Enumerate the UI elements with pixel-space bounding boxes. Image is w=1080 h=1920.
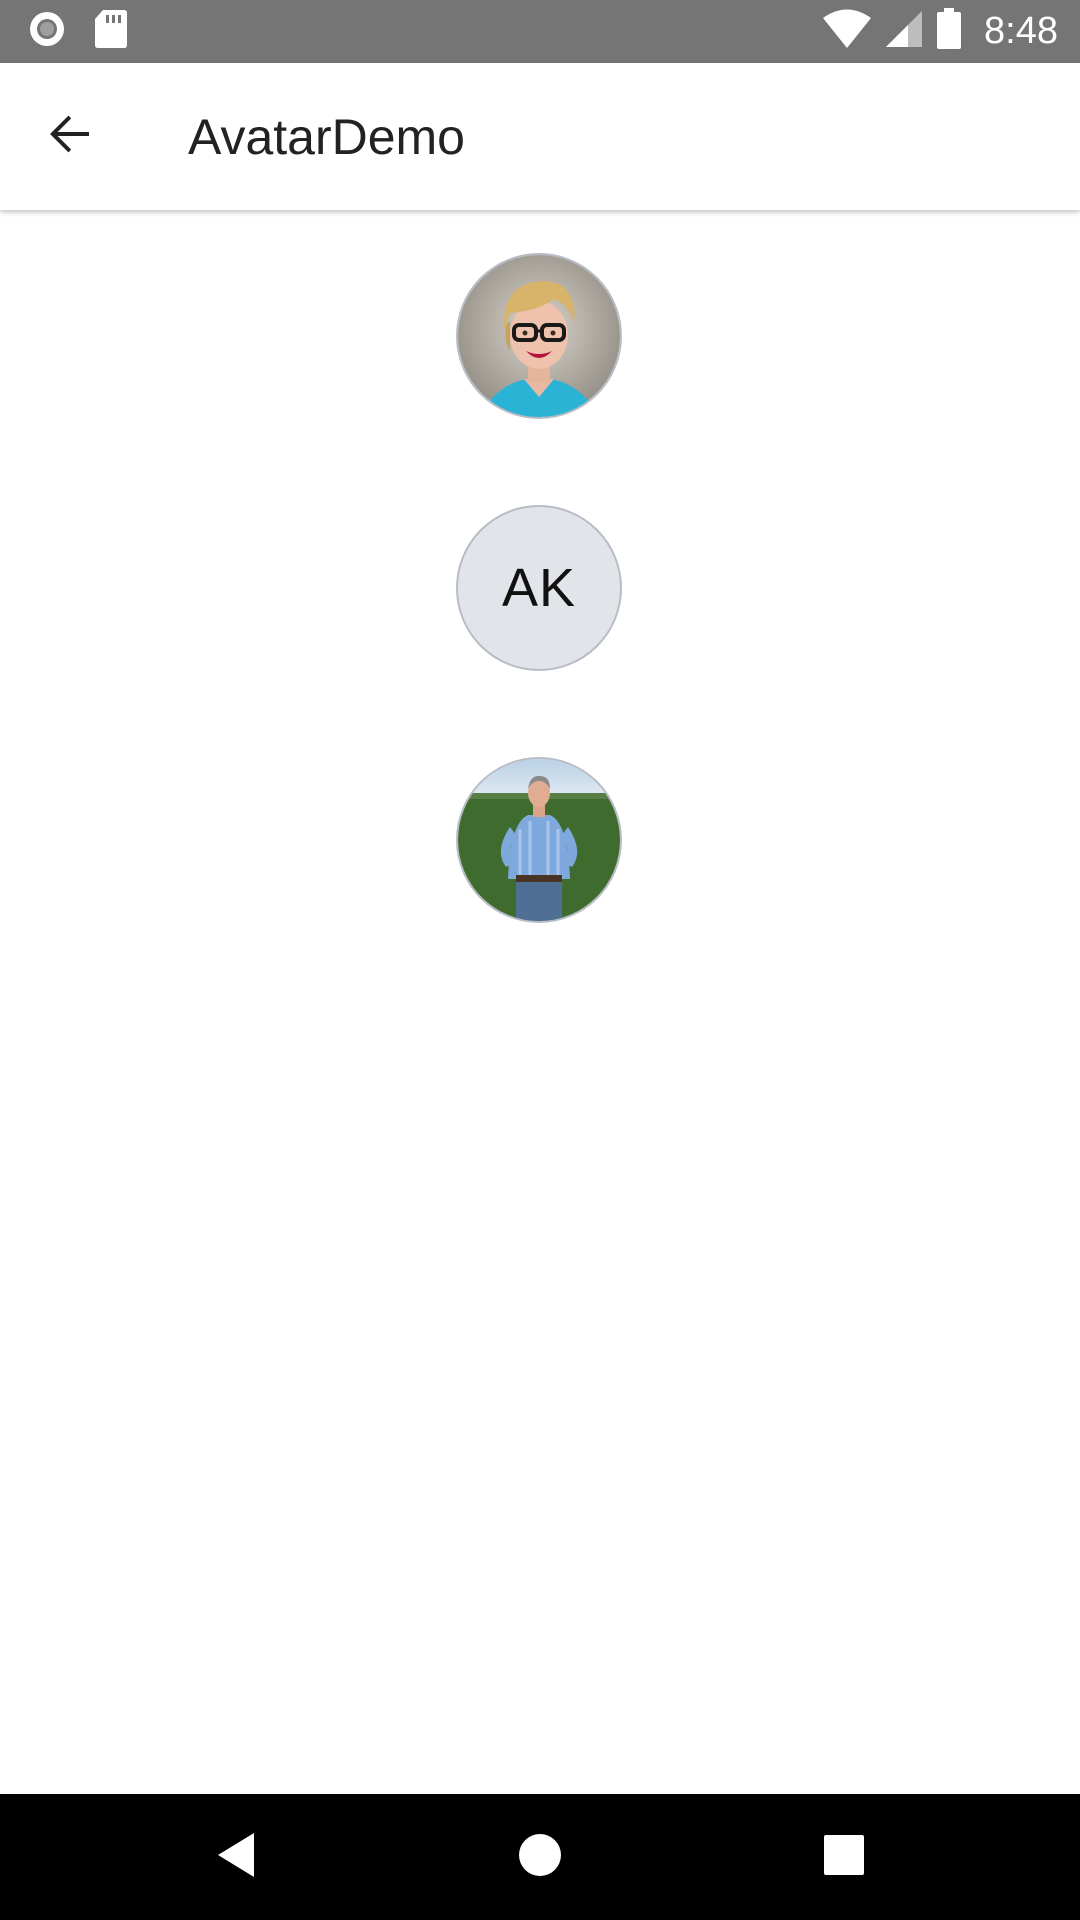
navigation-bar [0, 1794, 1080, 1920]
nav-recents-button[interactable] [804, 1817, 884, 1897]
nav-home-button[interactable] [500, 1817, 580, 1897]
sd-card-icon [94, 9, 128, 54]
battery-icon [936, 8, 962, 55]
nav-recents-icon [823, 1834, 865, 1881]
nav-back-icon [214, 1830, 258, 1885]
status-time: 8:48 [984, 10, 1058, 52]
avatar-initials-text: AK [501, 558, 577, 618]
arrow-back-icon [45, 110, 93, 163]
back-button[interactable] [28, 95, 110, 177]
nav-home-icon [518, 1833, 562, 1882]
nav-back-button[interactable] [196, 1817, 276, 1897]
app-bar: AvatarDemo [0, 63, 1080, 210]
status-bar: 8:48 [0, 0, 1080, 63]
wifi-icon [822, 9, 872, 54]
screen: 8:48 AvatarDemo AK [0, 0, 1080, 1920]
status-left-icons [28, 0, 128, 63]
avatar-image-woman[interactable] [456, 253, 622, 419]
woman-portrait-avatar [458, 255, 620, 417]
app-title: AvatarDemo [188, 109, 465, 165]
record-icon [28, 10, 66, 53]
avatar-image-man[interactable] [456, 757, 622, 923]
avatar-initials[interactable]: AK [456, 505, 622, 671]
signal-icon [884, 9, 924, 54]
avatar-list: AK [0, 210, 1080, 1794]
status-right-icons: 8:48 [822, 0, 1058, 63]
man-portrait-avatar [458, 759, 620, 921]
